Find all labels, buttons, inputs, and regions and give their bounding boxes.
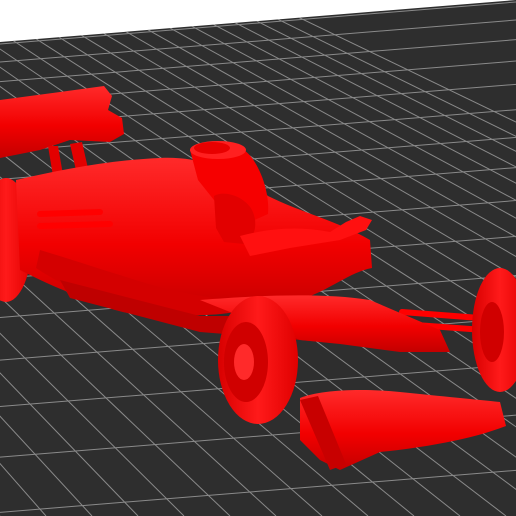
front-wheel-left xyxy=(218,296,298,424)
airbox-top xyxy=(194,142,230,154)
3d-viewport[interactable] xyxy=(0,0,516,516)
viewport-canvas[interactable] xyxy=(0,0,516,516)
